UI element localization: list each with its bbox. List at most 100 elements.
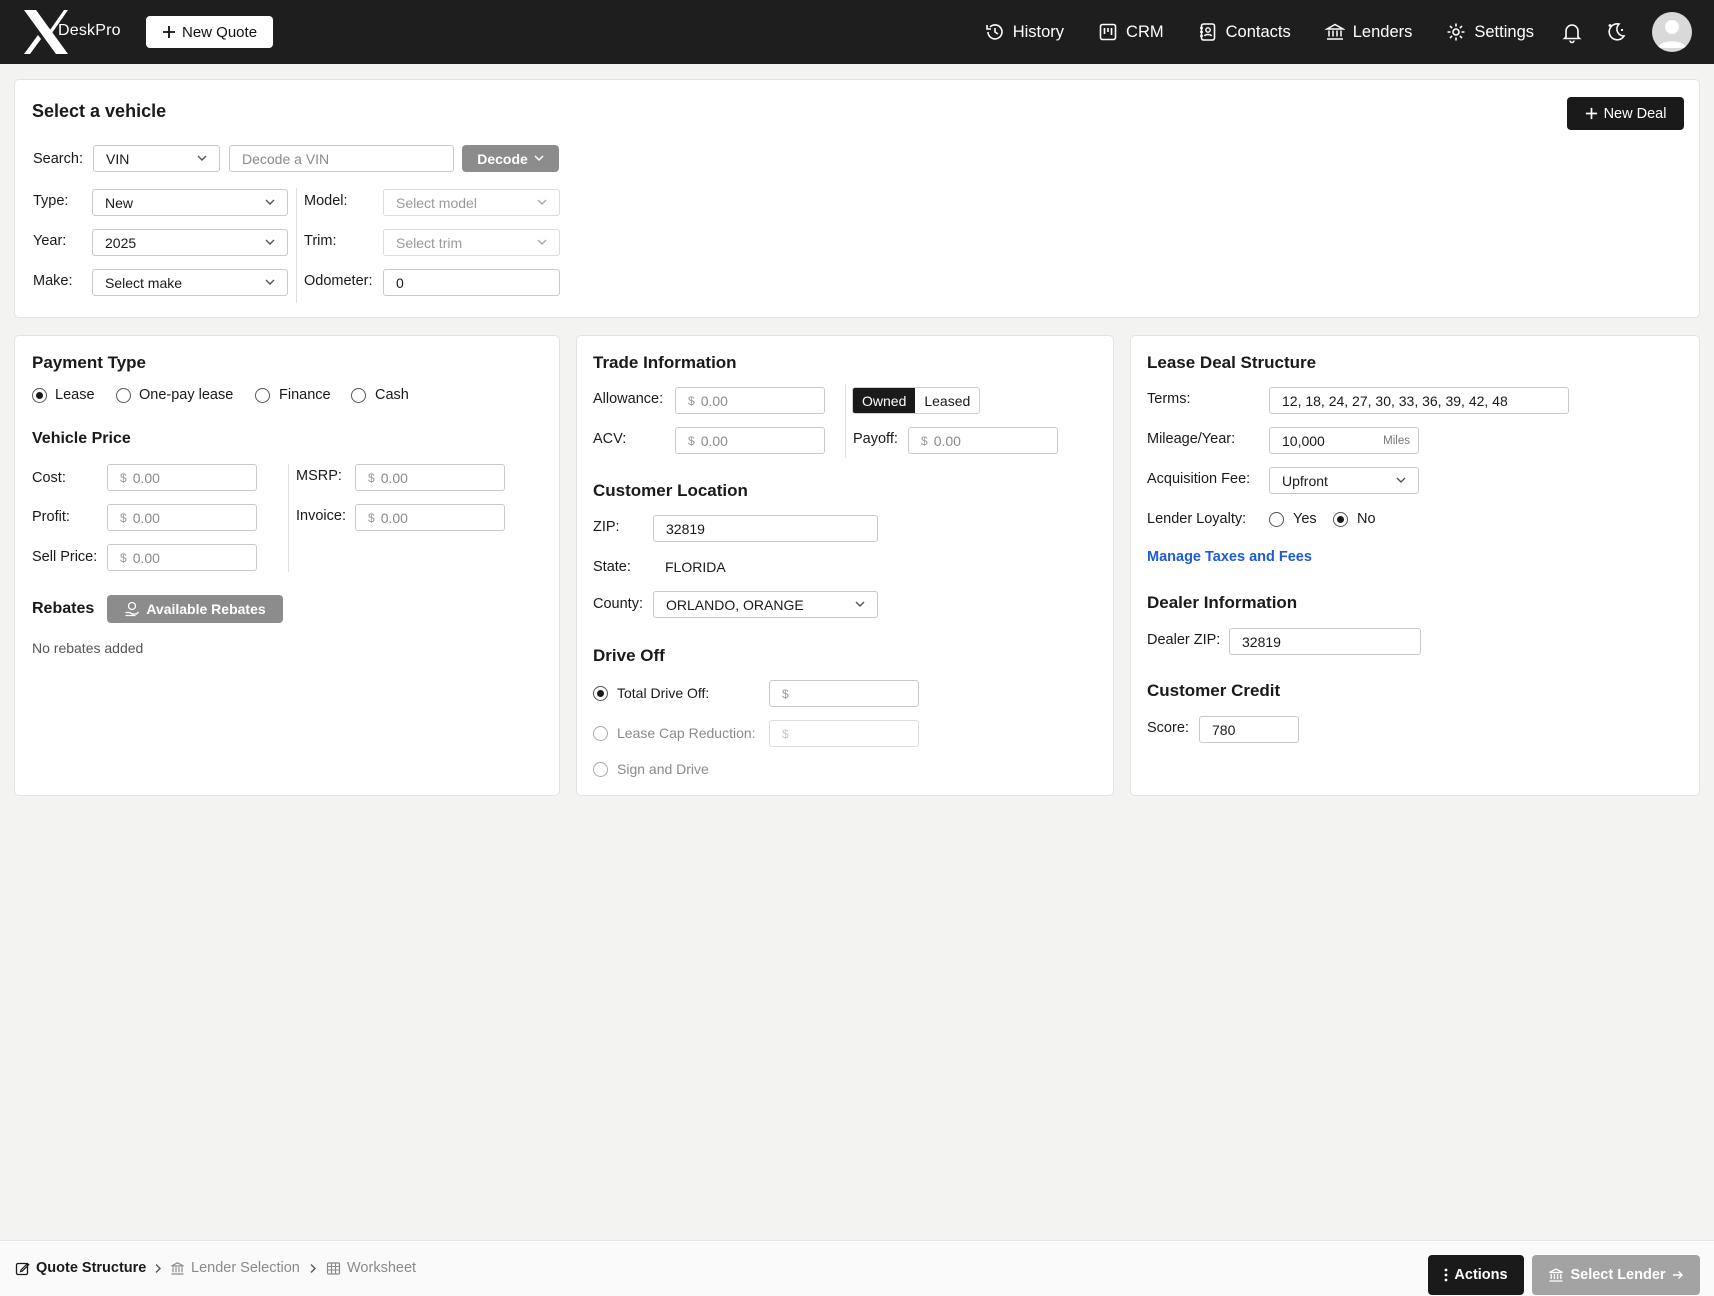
nav-history[interactable]: History (985, 22, 1064, 42)
new-deal-label: New Deal (1603, 105, 1667, 122)
available-rebates-label: Available Rebates (146, 601, 266, 617)
customer-credit-title: Customer Credit (1147, 681, 1281, 700)
radio-total-drive-off[interactable] (593, 686, 608, 701)
nav-lenders-label: Lenders (1352, 22, 1413, 41)
dealer-zip-value: 32819 (1242, 633, 1281, 650)
dealer-zip-label: Dealer ZIP: (1147, 632, 1221, 648)
vehicle-price-title: Vehicle Price (32, 430, 131, 447)
terms-value: 12, 18, 24, 27, 30, 33, 36, 39, 42, 48 (1282, 392, 1508, 409)
type-value: New (105, 194, 134, 211)
acv-input[interactable]: $0.00 (675, 427, 825, 454)
breadcrumb-lender-selection-label: Lender Selection (191, 1260, 300, 1276)
radio-lease[interactable] (32, 388, 47, 403)
allowance-input[interactable]: $0.00 (675, 387, 825, 414)
user-avatar[interactable] (1652, 12, 1692, 52)
dealer-zip-input[interactable]: 32819 (1229, 628, 1421, 655)
theme-toggle-icon[interactable] (1604, 20, 1628, 44)
acquisition-fee-value: Upfront (1282, 472, 1328, 489)
owned-option[interactable]: Owned (853, 388, 916, 413)
currency-symbol: $ (782, 686, 789, 701)
payoff-input[interactable]: $0.00 (908, 427, 1058, 454)
loyalty-yes-label[interactable]: Yes (1293, 511, 1317, 527)
trim-select[interactable]: Select trim (383, 229, 560, 256)
invoice-placeholder: 0.00 (380, 509, 408, 526)
odometer-label: Odometer: (304, 273, 373, 289)
mileage-input[interactable]: 10,000 Miles (1269, 427, 1419, 454)
year-value: 2025 (105, 234, 137, 251)
currency-symbol: $ (782, 726, 789, 741)
trim-value: Select trim (396, 234, 463, 251)
radio-sign-and-drive[interactable] (593, 762, 608, 777)
type-select[interactable]: New (92, 189, 288, 216)
breadcrumb-worksheet[interactable]: Worksheet (326, 1260, 416, 1276)
score-input[interactable]: 780 (1199, 716, 1299, 743)
radio-one-pay-lease[interactable] (116, 388, 131, 403)
one-pay-lease-option-label[interactable]: One-pay lease (139, 387, 233, 403)
sell-price-label: Sell Price: (32, 549, 98, 565)
odometer-input[interactable]: 0 (383, 269, 560, 296)
nav-crm[interactable]: CRM (1098, 22, 1164, 42)
terms-input[interactable]: 12, 18, 24, 27, 30, 33, 36, 39, 42, 48 (1269, 387, 1569, 414)
nav-contacts[interactable]: Contacts (1198, 22, 1291, 42)
payoff-placeholder: 0.00 (933, 432, 961, 449)
year-select[interactable]: 2025 (92, 229, 288, 256)
bell-icon[interactable] (1560, 20, 1584, 44)
make-select[interactable]: Select make (92, 269, 288, 296)
leased-option[interactable]: Leased (915, 388, 979, 413)
chevron-down-icon (537, 239, 547, 245)
breadcrumb-lender-selection[interactable]: Lender Selection (170, 1260, 300, 1276)
available-rebates-button[interactable]: Available Rebates (107, 595, 283, 623)
top-navigation-bar: DeskPro New Quote History CRM Contacts L… (0, 0, 1714, 64)
chevron-down-icon (265, 199, 275, 205)
radio-finance[interactable] (255, 388, 270, 403)
invoice-input[interactable]: $0.00 (355, 504, 505, 531)
profit-input[interactable]: $0.00 (107, 504, 257, 531)
county-select[interactable]: ORLANDO, ORANGE (653, 591, 878, 618)
model-select[interactable]: Select model (383, 189, 560, 216)
terms-label: Terms: (1147, 391, 1191, 407)
new-deal-button[interactable]: New Deal (1567, 97, 1684, 130)
lease-cap-reduction-input[interactable]: $ (769, 720, 919, 747)
manage-taxes-fees-link[interactable]: Manage Taxes and Fees (1147, 549, 1312, 565)
radio-loyalty-no[interactable] (1333, 512, 1348, 527)
select-lender-button[interactable]: Select Lender (1532, 1255, 1700, 1295)
crm-icon (1099, 23, 1117, 41)
radio-cash[interactable] (351, 388, 366, 403)
state-value: FLORIDA (665, 559, 726, 575)
loyalty-no-label[interactable]: No (1357, 511, 1376, 527)
decode-button[interactable]: Decode (462, 145, 559, 172)
breadcrumb-quote-structure[interactable]: Quote Structure (15, 1260, 146, 1276)
deskpro-logo[interactable]: DeskPro (22, 8, 132, 56)
total-drive-off-input[interactable]: $ (769, 680, 919, 707)
radio-loyalty-yes[interactable] (1269, 512, 1284, 527)
new-quote-button[interactable]: New Quote (146, 16, 274, 48)
sign-and-drive-label[interactable]: Sign and Drive (617, 761, 709, 777)
actions-button[interactable]: Actions (1428, 1255, 1524, 1295)
acquisition-fee-label: Acquisition Fee: (1147, 471, 1251, 487)
finance-option-label[interactable]: Finance (279, 387, 331, 403)
total-drive-off-label[interactable]: Total Drive Off: (617, 685, 709, 701)
bank-icon (1549, 1268, 1564, 1282)
zip-input[interactable]: 32819 (653, 515, 878, 542)
lease-option-label[interactable]: Lease (55, 387, 95, 403)
radio-lease-cap-reduction[interactable] (593, 726, 608, 741)
currency-symbol: $ (368, 470, 375, 485)
history-icon (985, 24, 1003, 40)
ownership-toggle[interactable]: Owned Leased (852, 387, 981, 414)
cost-input[interactable]: $0.00 (107, 464, 257, 491)
nav-settings[interactable]: Settings (1446, 22, 1534, 42)
score-value: 780 (1212, 721, 1236, 738)
search-type-select[interactable]: VIN (93, 145, 220, 172)
year-label: Year: (33, 233, 67, 249)
currency-symbol: $ (120, 550, 127, 565)
cash-option-label[interactable]: Cash (375, 387, 409, 403)
msrp-input[interactable]: $0.00 (355, 464, 505, 491)
actions-label: Actions (1454, 1267, 1508, 1283)
nav-lenders[interactable]: Lenders (1324, 22, 1413, 42)
model-value: Select model (396, 194, 477, 211)
lease-cap-reduction-label[interactable]: Lease Cap Reduction: (617, 725, 756, 741)
acquisition-fee-select[interactable]: Upfront (1269, 467, 1419, 494)
vin-input[interactable]: Decode a VIN (229, 145, 454, 172)
make-label: Make: (33, 273, 73, 289)
sell-price-input[interactable]: $0.00 (107, 544, 257, 571)
